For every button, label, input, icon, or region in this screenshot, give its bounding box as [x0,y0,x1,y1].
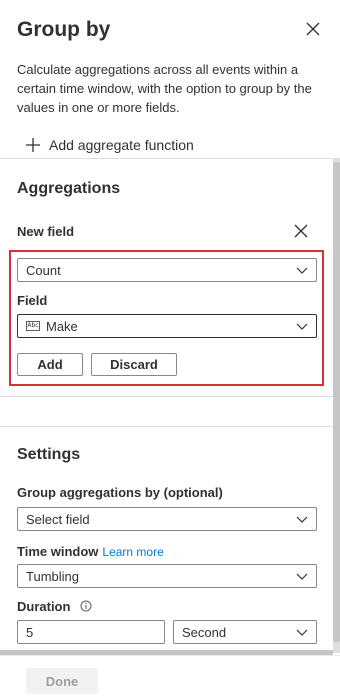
chevron-down-icon [296,629,308,636]
chevron-down-icon [296,323,308,330]
done-button[interactable]: Done [26,668,98,694]
divider [0,396,333,397]
chevron-down-icon [296,573,308,580]
new-field-label: New field [17,224,75,239]
divider [0,426,333,427]
add-aggregate-function-button[interactable]: Add aggregate function [24,134,194,156]
group-by-dropdown[interactable]: Select field [17,507,317,531]
info-icon[interactable] [80,600,92,612]
duration-label: Duration [17,599,71,614]
duration-row: Duration [17,599,92,614]
time-window-dropdown[interactable]: Tumbling [17,564,317,588]
aggregate-function-value: Count [26,262,61,278]
remove-field-close-icon[interactable] [292,222,310,240]
close-icon[interactable] [302,18,324,40]
settings-heading: Settings [17,446,81,463]
field-label: Field [17,293,48,308]
learn-more-link[interactable]: Learn more [102,545,163,559]
string-type-icon: Abc [26,321,40,331]
time-window-row: Time window Learn more [17,544,164,559]
aggregations-heading: Aggregations [17,180,121,197]
add-aggregate-function-label: Add aggregate function [49,137,194,153]
chevron-down-icon [296,267,308,274]
field-value: Make [46,318,78,334]
panel-description: Calculate aggregations across all events… [17,62,312,115]
group-by-label: Group aggregations by (optional) [17,485,223,500]
panel-title: Group by [17,18,111,41]
duration-input[interactable]: 5 [17,620,165,644]
divider [0,158,333,159]
plus-icon [26,138,40,152]
time-window-value: Tumbling [26,568,79,584]
add-button[interactable]: Add [17,353,83,376]
duration-unit-value: Second [182,624,227,640]
scrollbar-thumb[interactable] [333,162,340,642]
chevron-down-icon [296,516,308,523]
aggregate-function-dropdown[interactable]: Count [17,258,317,282]
duration-unit-dropdown[interactable]: Second [173,620,317,644]
discard-button[interactable]: Discard [91,353,177,376]
field-dropdown[interactable]: Abc Make [17,314,317,338]
group-by-placeholder: Select field [26,511,90,527]
time-window-label: Time window [17,544,99,559]
